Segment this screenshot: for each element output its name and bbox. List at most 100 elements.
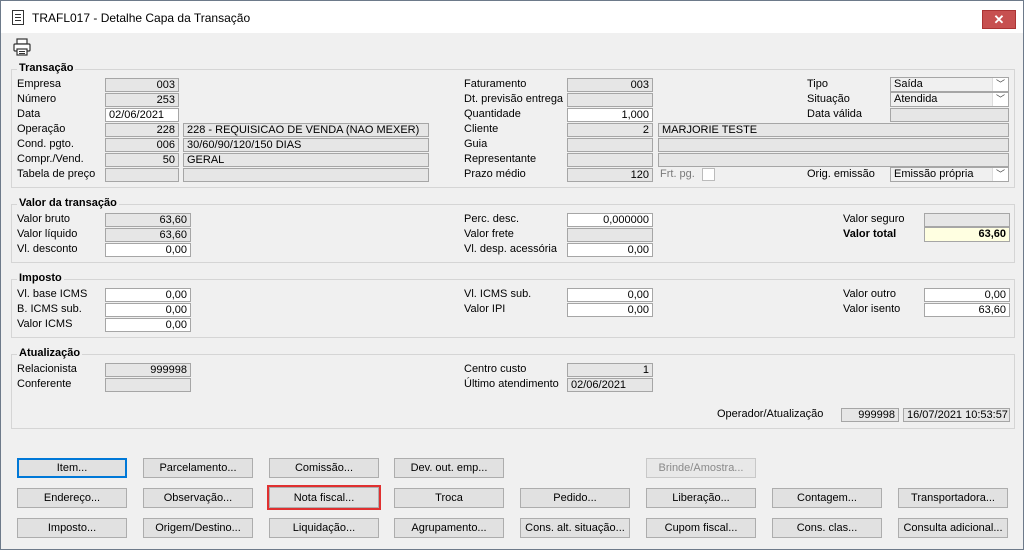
vl-desconto-field[interactable]: 0,00 [105,243,191,257]
valor-outro-field[interactable]: 0,00 [924,288,1010,302]
cliente-code-field[interactable]: 2 [567,123,653,137]
contagem-button[interactable]: Contagem... [772,488,882,508]
cons-clas-button[interactable]: Cons. clas... [772,518,882,538]
prazo-medio-label: Prazo médio [464,168,526,180]
document-icon [12,10,24,25]
prazo-medio-field[interactable]: 120 [567,168,653,182]
agrupamento-button[interactable]: Agrupamento... [394,518,504,538]
guia-desc-field[interactable] [658,138,1009,152]
compr-vend-desc-field[interactable]: GERAL [183,153,429,167]
operador-datetime-field[interactable]: 16/07/2021 10:53:57 [903,408,1010,422]
cons-alt-situacao-button[interactable]: Cons. alt. situação... [520,518,630,538]
perc-desc-label: Perc. desc. [464,213,520,225]
situacao-select[interactable]: Atendida ﹀ [890,92,1009,107]
b-icms-sub-field[interactable]: 0,00 [105,303,191,317]
operacao-desc-field[interactable]: 228 - REQUISICAO DE VENDA (NAO MEXER) [183,123,429,137]
nota-fiscal-button[interactable]: Nota fiscal... [267,485,381,510]
valor-liquido-label: Valor líquido [17,228,78,240]
cond-pgto-desc-field[interactable]: 30/60/90/120/150 DIAS [183,138,429,152]
consulta-adicional-button[interactable]: Consulta adicional... [898,518,1008,538]
tabela-preco-code-field[interactable] [105,168,179,182]
perc-desc-field[interactable]: 0,000000 [567,213,653,227]
app-window: TRAFL017 - Detalhe Capa da Transação ✕ T… [0,0,1024,550]
valor-outro-label: Valor outro [843,288,896,300]
valor-ipi-field[interactable]: 0,00 [567,303,653,317]
representante-desc-field[interactable] [658,153,1009,167]
valor-icms-field[interactable]: 0,00 [105,318,191,332]
tipo-value: Saída [894,78,923,90]
valor-bruto-field[interactable]: 63,60 [105,213,191,227]
cond-pgto-code-field[interactable]: 006 [105,138,179,152]
quantidade-field[interactable]: 1,000 [567,108,653,122]
data-valida-label: Data válida [807,108,863,120]
liquidacao-button[interactable]: Liquidação... [269,518,379,538]
operacao-code-field[interactable]: 228 [105,123,179,137]
valor-frete-field[interactable] [567,228,653,242]
frt-pg-label: Frt. pg. [660,168,695,180]
operador-code-field[interactable]: 999998 [841,408,899,422]
troca-button[interactable]: Troca [394,488,504,508]
brinde-amostra-button[interactable]: Brinde/Amostra... [646,458,756,478]
observacao-button[interactable]: Observação... [143,488,253,508]
orig-emissao-select[interactable]: Emissão própria ﹀ [890,167,1009,182]
imposto-title: Imposto [17,272,64,284]
ultimo-atendimento-field[interactable]: 02/06/2021 [567,378,653,392]
dt-previsao-field[interactable] [567,93,653,107]
conferente-field[interactable] [105,378,191,392]
centro-custo-label: Centro custo [464,363,527,375]
numero-field[interactable]: 253 [105,93,179,107]
cond-pgto-label: Cond. pgto. [17,138,74,150]
representante-label: Representante [464,153,537,165]
valor-isento-field[interactable]: 63,60 [924,303,1010,317]
origem-destino-button[interactable]: Origem/Destino... [143,518,253,538]
faturamento-field[interactable]: 003 [567,78,653,92]
frt-pg-checkbox[interactable] [702,168,715,181]
tabela-preco-desc-field[interactable] [183,168,429,182]
vl-base-icms-field[interactable]: 0,00 [105,288,191,302]
valor-total-field[interactable]: 63,60 [924,227,1010,242]
printer-icon[interactable] [13,38,31,56]
pedido-button[interactable]: Pedido... [520,488,630,508]
valor-seguro-field[interactable] [924,213,1010,227]
transportadora-button[interactable]: Transportadora... [898,488,1008,508]
situacao-label: Situação [807,93,850,105]
endereco-button[interactable]: Endereço... [17,488,127,508]
vl-base-icms-label: Vl. base ICMS [17,288,88,300]
title-bar: TRAFL017 - Detalhe Capa da Transação ✕ [1,1,1023,33]
vl-desp-acessoria-label: Vl. desp. acessória [464,243,557,255]
compr-vend-code-field[interactable]: 50 [105,153,179,167]
comissao-button[interactable]: Comissão... [269,458,379,478]
liberacao-button[interactable]: Liberação... [646,488,756,508]
data-valida-field[interactable] [890,108,1009,122]
valor-icms-label: Valor ICMS [17,318,73,330]
transacao-title: Transação [17,62,76,74]
vl-desp-acessoria-field[interactable]: 0,00 [567,243,653,257]
relacionista-field[interactable]: 999998 [105,363,191,377]
data-field[interactable]: 02/06/2021 [105,108,179,122]
compr-vend-label: Compr./Vend. [17,153,84,165]
cliente-name-field[interactable]: MARJORIE TESTE [658,123,1009,137]
item-button[interactable]: Item... [17,458,127,478]
orig-emissao-value: Emissão própria [894,168,974,180]
valor-liquido-field[interactable]: 63,60 [105,228,191,242]
valor-ipi-label: Valor IPI [464,303,506,315]
close-button[interactable]: ✕ [982,10,1016,29]
chevron-down-icon: ﹀ [992,78,1008,91]
valor-total-label: Valor total [843,228,897,240]
tipo-select[interactable]: Saída ﹀ [890,77,1009,92]
cupom-fiscal-button[interactable]: Cupom fiscal... [646,518,756,538]
representante-code-field[interactable] [567,153,653,167]
valor-seguro-label: Valor seguro [843,213,905,225]
valor-title: Valor da transação [17,197,119,209]
centro-custo-field[interactable]: 1 [567,363,653,377]
valor-frete-label: Valor frete [464,228,514,240]
empresa-field[interactable]: 003 [105,78,179,92]
empresa-label: Empresa [17,78,62,90]
parcelamento-button[interactable]: Parcelamento... [143,458,253,478]
vl-icms-sub-field[interactable]: 0,00 [567,288,653,302]
dev-out-emp-button[interactable]: Dev. out. emp... [394,458,504,478]
ultimo-atendimento-label: Último atendimento [464,378,559,390]
b-icms-sub-label: B. ICMS sub. [17,303,82,315]
guia-code-field[interactable] [567,138,653,152]
imposto-button[interactable]: Imposto... [17,518,127,538]
